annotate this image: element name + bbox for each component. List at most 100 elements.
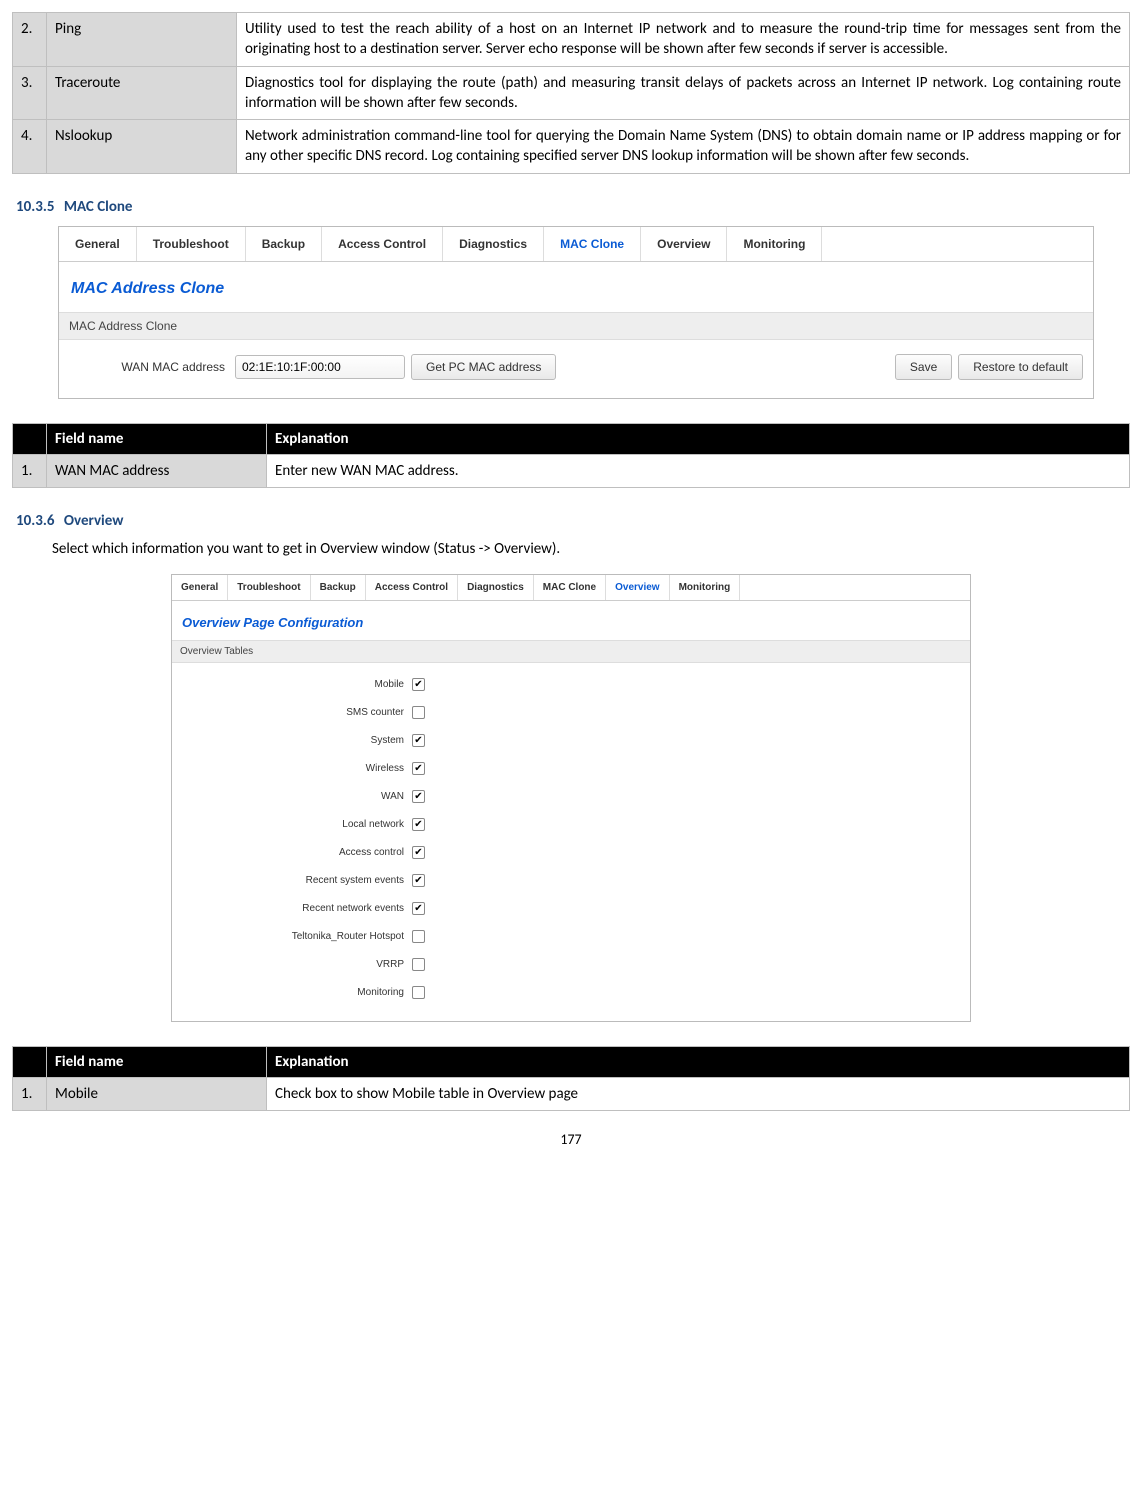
- table-row: 1. WAN MAC address Enter new WAN MAC add…: [13, 454, 1130, 487]
- tab-overview[interactable]: Overview: [641, 227, 727, 261]
- screenshot-overview: General Troubleshoot Backup Access Contr…: [171, 574, 971, 1022]
- col-field-name: Field name: [47, 423, 267, 454]
- cb-row-access-control: Access control: [182, 839, 960, 867]
- mac-clone-field-table: Field name Explanation 1. WAN MAC addres…: [12, 423, 1130, 488]
- cb-row-sms-counter: SMS counter: [182, 699, 960, 727]
- cb-row-wireless: Wireless: [182, 755, 960, 783]
- tab-diagnostics[interactable]: Diagnostics: [458, 575, 534, 600]
- save-button[interactable]: Save: [895, 354, 952, 380]
- cb-row-vrrp: VRRP: [182, 951, 960, 979]
- tab-troubleshoot[interactable]: Troubleshoot: [137, 227, 246, 261]
- cb-label: Wireless: [182, 763, 412, 774]
- tab-access-control[interactable]: Access Control: [366, 575, 458, 600]
- overview-checkbox-list: Mobile SMS counter System Wireless WAN L…: [172, 663, 970, 1021]
- cb-label: Recent system events: [182, 875, 412, 886]
- cb-label: Access control: [182, 847, 412, 858]
- row-number: 1.: [13, 1077, 47, 1110]
- col-explanation: Explanation: [267, 423, 1130, 454]
- row-desc: Diagnostics tool for displaying the rout…: [237, 66, 1130, 120]
- restore-default-button[interactable]: Restore to default: [958, 354, 1083, 380]
- page-number: 177: [12, 1131, 1130, 1148]
- cb-row-recent-system-events: Recent system events: [182, 867, 960, 895]
- wan-mac-input[interactable]: [235, 355, 405, 379]
- get-pc-mac-button[interactable]: Get PC MAC address: [411, 354, 556, 380]
- wan-mac-label: WAN MAC address: [69, 360, 229, 374]
- row-desc: Network administration command-line tool…: [237, 120, 1130, 174]
- table-row: 4. Nslookup Network administration comma…: [13, 120, 1130, 174]
- section-title: Overview: [64, 512, 124, 530]
- tab-mac-clone[interactable]: MAC Clone: [534, 575, 606, 600]
- table-row: 1. Mobile Check box to show Mobile table…: [13, 1077, 1130, 1110]
- checkbox-wireless[interactable]: [412, 762, 425, 775]
- cb-row-wan: WAN: [182, 783, 960, 811]
- cb-label: System: [182, 735, 412, 746]
- row-number: 3.: [13, 66, 47, 120]
- checkbox-local-network[interactable]: [412, 818, 425, 831]
- row-field: Nslookup: [47, 120, 237, 174]
- tab-bar: General Troubleshoot Backup Access Contr…: [59, 227, 1093, 262]
- row-number: 2.: [13, 13, 47, 67]
- row-desc: Enter new WAN MAC address.: [267, 454, 1130, 487]
- checkbox-mobile[interactable]: [412, 678, 425, 691]
- screenshot-mac-clone: General Troubleshoot Backup Access Contr…: [58, 226, 1094, 399]
- tab-mac-clone[interactable]: MAC Clone: [544, 227, 641, 261]
- cb-label: SMS counter: [182, 707, 412, 718]
- cb-row-mobile: Mobile: [182, 671, 960, 699]
- tab-access-control[interactable]: Access Control: [322, 227, 443, 261]
- cb-row-local-network: Local network: [182, 811, 960, 839]
- section-number: 10.3.6: [16, 512, 54, 530]
- col-explanation: Explanation: [267, 1046, 1130, 1077]
- tab-backup[interactable]: Backup: [311, 575, 366, 600]
- checkbox-sms-counter[interactable]: [412, 706, 425, 719]
- checkbox-system[interactable]: [412, 734, 425, 747]
- row-field: Traceroute: [47, 66, 237, 120]
- cb-row-monitoring: Monitoring: [182, 979, 960, 1007]
- panel-title: Overview Page Configuration: [172, 601, 970, 640]
- cb-label: WAN: [182, 791, 412, 802]
- tab-diagnostics[interactable]: Diagnostics: [443, 227, 544, 261]
- cb-label: Local network: [182, 819, 412, 830]
- col-field-name: Field name: [47, 1046, 267, 1077]
- tab-monitoring[interactable]: Monitoring: [670, 575, 741, 600]
- cb-row-system: System: [182, 727, 960, 755]
- row-number: 1.: [13, 454, 47, 487]
- section-body-text: Select which information you want to get…: [52, 540, 1130, 558]
- tab-troubleshoot[interactable]: Troubleshoot: [228, 575, 310, 600]
- row-number: 4.: [13, 120, 47, 174]
- tab-general[interactable]: General: [172, 575, 228, 600]
- section-number: 10.3.5: [16, 198, 54, 216]
- checkbox-recent-system-events[interactable]: [412, 874, 425, 887]
- wan-mac-row: WAN MAC address Get PC MAC address Save …: [59, 340, 1093, 398]
- tab-bar: General Troubleshoot Backup Access Contr…: [172, 575, 970, 601]
- section-title: MAC Clone: [64, 198, 133, 216]
- cb-label: Mobile: [182, 679, 412, 690]
- checkbox-recent-network-events[interactable]: [412, 902, 425, 915]
- row-field: Ping: [47, 13, 237, 67]
- checkbox-vrrp[interactable]: [412, 958, 425, 971]
- section-heading-overview: 10.3.6 Overview: [16, 512, 1130, 530]
- table-row: 2. Ping Utility used to test the reach a…: [13, 13, 1130, 67]
- cb-row-recent-network-events: Recent network events: [182, 895, 960, 923]
- cb-label: Recent network events: [182, 903, 412, 914]
- table-row: 3. Traceroute Diagnostics tool for displ…: [13, 66, 1130, 120]
- checkbox-wan[interactable]: [412, 790, 425, 803]
- cb-row-hotspot: Teltonika_Router Hotspot: [182, 923, 960, 951]
- overview-field-table: Field name Explanation 1. Mobile Check b…: [12, 1046, 1130, 1111]
- section-bar: Overview Tables: [172, 640, 970, 663]
- tab-monitoring[interactable]: Monitoring: [727, 227, 822, 261]
- diagnostics-table: 2. Ping Utility used to test the reach a…: [12, 12, 1130, 174]
- tab-backup[interactable]: Backup: [246, 227, 322, 261]
- col-blank: [13, 1046, 47, 1077]
- panel-title: MAC Address Clone: [59, 262, 1093, 312]
- section-bar: MAC Address Clone: [59, 312, 1093, 340]
- checkbox-monitoring[interactable]: [412, 986, 425, 999]
- tab-overview[interactable]: Overview: [606, 575, 669, 600]
- cb-label: Teltonika_Router Hotspot: [182, 931, 412, 942]
- cb-label: VRRP: [182, 959, 412, 970]
- row-field: Mobile: [47, 1077, 267, 1110]
- checkbox-hotspot[interactable]: [412, 930, 425, 943]
- cb-label: Monitoring: [182, 987, 412, 998]
- row-desc: Utility used to test the reach ability o…: [237, 13, 1130, 67]
- checkbox-access-control[interactable]: [412, 846, 425, 859]
- tab-general[interactable]: General: [59, 227, 137, 261]
